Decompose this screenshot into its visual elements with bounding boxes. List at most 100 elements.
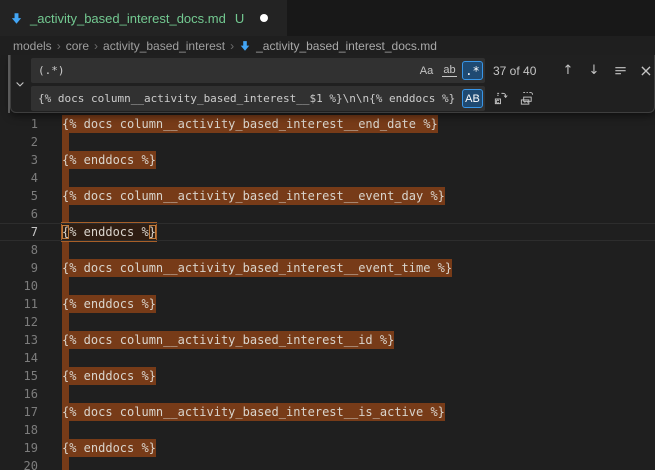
find-match: {% docs column__activity_based_interest_… (62, 403, 445, 421)
close-find-button[interactable]: × (635, 60, 655, 82)
bracket-highlight: } (149, 225, 156, 239)
breadcrumb-item[interactable]: core (66, 39, 89, 53)
find-match: {% enddocs %} (62, 295, 156, 313)
line-content (62, 457, 69, 470)
line-content: {% docs column__activity_based_interest_… (62, 259, 452, 277)
editor-line[interactable]: 4 (0, 169, 655, 187)
line-content (62, 313, 69, 331)
line-number: 4 (0, 169, 38, 187)
editor-line[interactable]: 18 (0, 421, 655, 439)
line-number: 14 (0, 349, 38, 367)
line-content: {% enddocs %} (62, 223, 156, 241)
line-content: {% enddocs %} (62, 439, 156, 457)
line-number: 9 (0, 259, 38, 277)
line-number: 10 (0, 277, 38, 295)
vscode-window: _activity_based_interest_docs.md U model… (0, 0, 655, 470)
selection-lines-icon (613, 63, 628, 78)
find-match-empty (62, 421, 69, 439)
line-content (62, 241, 69, 259)
replace-input[interactable]: {% docs column__activity_based_interest_… (31, 86, 485, 111)
line-content: {% docs column__activity_based_interest_… (62, 187, 445, 205)
editor-line[interactable]: 16 (0, 385, 655, 403)
breadcrumb-separator: › (94, 39, 98, 53)
line-number: 15 (0, 367, 38, 385)
replace-value: {% docs column__activity_based_interest_… (38, 92, 460, 105)
editor-line[interactable]: 17{% docs column__activity_based_interes… (0, 403, 655, 421)
breadcrumb: models›core›activity_based_interest› _ac… (0, 36, 655, 55)
editor-pane[interactable]: 1{% docs column__activity_based_interest… (0, 55, 655, 470)
find-row: (.*) Aa ab .* 37 of 40 ↑ (31, 58, 650, 83)
line-number: 1 (0, 115, 38, 133)
breadcrumb-item[interactable]: activity_based_interest (103, 39, 225, 53)
editor-line[interactable]: 8 (0, 241, 655, 259)
find-match-empty (62, 385, 69, 403)
breadcrumb-item[interactable]: models (13, 39, 52, 53)
editor-line[interactable]: 19 {% enddocs %} (0, 439, 655, 457)
find-match: {% docs column__activity_based_interest_… (62, 115, 438, 133)
line-content: {% docs column__activity_based_interest_… (62, 403, 445, 421)
line-number: 11 (0, 295, 38, 313)
whole-word-button[interactable]: ab (439, 61, 460, 80)
find-match: {% docs column__activity_based_interest_… (62, 187, 445, 205)
git-status-badge: U (235, 11, 244, 26)
line-number: 5 (0, 187, 38, 205)
line-number: 2 (0, 133, 38, 151)
line-number: 8 (0, 241, 38, 259)
editor-line[interactable]: 5 {% docs column__activity_based_interest… (0, 187, 655, 205)
find-in-selection-button[interactable] (609, 60, 631, 82)
find-match: {% enddocs %} (62, 439, 156, 457)
line-content: {% docs column__activity_based_interest_… (62, 115, 438, 133)
editor-line[interactable]: 9 {% docs column__activity_based_interest… (0, 259, 655, 277)
previous-match-button[interactable]: ↑ (557, 60, 579, 82)
replace-button[interactable] (489, 88, 511, 110)
line-content (62, 385, 69, 403)
line-number: 16 (0, 385, 38, 403)
editor-line[interactable]: 14 (0, 349, 655, 367)
replace-all-button[interactable] (515, 88, 537, 110)
editor-line[interactable]: 13 {% docs column__activity_based_interes… (0, 331, 655, 349)
line-number: 18 (0, 421, 38, 439)
find-match-empty (62, 241, 69, 259)
find-match-empty (62, 169, 69, 187)
breadcrumb-separator: › (57, 39, 61, 53)
regex-button[interactable]: .* (462, 61, 483, 80)
line-content: {% enddocs %} (62, 151, 156, 169)
line-number: 7 (0, 223, 38, 241)
editor-line[interactable]: 1 {% docs column__activity_based_interest… (0, 115, 655, 133)
breadcrumb-item-file[interactable]: _activity_based_interest_docs.md (256, 39, 437, 53)
line-number: 3 (0, 151, 38, 169)
preserve-case-button[interactable]: AB (462, 89, 483, 108)
editor-line[interactable]: 6 (0, 205, 655, 223)
editor-line[interactable]: 15{% enddocs %} (0, 367, 655, 385)
editor-line[interactable]: 11 {% enddocs %} (0, 295, 655, 313)
editor-line[interactable]: 20 (0, 457, 655, 470)
find-input[interactable]: (.*) Aa ab .* (31, 58, 485, 83)
editor-line[interactable]: 12 (0, 313, 655, 331)
editor-line[interactable]: 10 (0, 277, 655, 295)
next-match-button[interactable]: ↓ (583, 60, 605, 82)
find-widget-resize-sash[interactable] (8, 55, 10, 113)
line-content (62, 349, 69, 367)
find-match-current: {% enddocs %} (62, 223, 156, 241)
tab-activity-docs[interactable]: _activity_based_interest_docs.md U (0, 0, 287, 36)
line-number: 6 (0, 205, 38, 223)
line-content: {% docs column__activity_based_interest_… (62, 331, 394, 349)
line-number: 13 (0, 331, 38, 349)
line-content (62, 277, 69, 295)
whole-word-glyph: ab (442, 65, 456, 77)
replace-icon (493, 91, 508, 106)
match-case-button[interactable]: Aa (416, 61, 437, 80)
find-match-empty (62, 277, 69, 295)
tab-label: _activity_based_interest_docs.md (30, 11, 226, 26)
markdown-file-icon (239, 40, 251, 52)
tab-dirty-indicator[interactable] (260, 14, 268, 22)
line-number: 20 (0, 457, 38, 470)
line-number: 19 (0, 439, 38, 457)
editor-line[interactable]: 7 {% enddocs %} (0, 223, 655, 241)
editor-line[interactable]: 3 {% enddocs %} (0, 151, 655, 169)
arrow-up-icon: ↑ (563, 63, 574, 78)
toggle-replace-button[interactable] (12, 75, 28, 93)
editor-line[interactable]: 2 (0, 133, 655, 151)
editor-lines: 1{% docs column__activity_based_interest… (0, 55, 655, 470)
find-match: {% enddocs %} (62, 151, 156, 169)
